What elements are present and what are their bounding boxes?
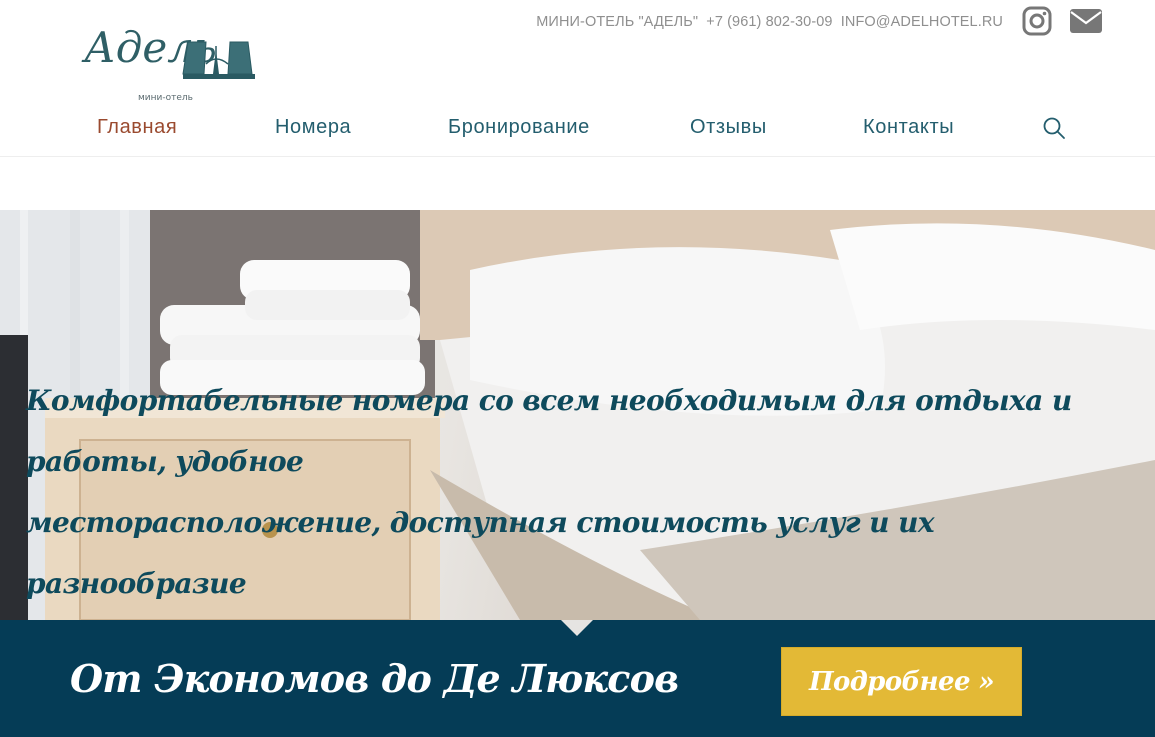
main-navigation: Главная Номера Бронирование Отзывы Конта…	[0, 116, 1155, 146]
phone-link[interactable]: +7 (961) 802-30-09	[706, 14, 832, 30]
instagram-icon[interactable]	[1022, 6, 1052, 36]
promo-band-title: От Экономов до Де Люксов	[70, 656, 679, 701]
search-icon[interactable]	[1042, 116, 1066, 140]
nav-item-contacts[interactable]: Контакты	[863, 116, 954, 139]
hero-slogan: Комфортабельные номера со всем необходим…	[26, 370, 1136, 614]
hotel-logo[interactable]: Адель мини-отель	[80, 2, 260, 104]
hotel-name-text: МИНИ-ОТЕЛЬ "АДЕЛЬ"	[536, 14, 699, 30]
band-pointer-arrow	[561, 620, 593, 636]
nav-item-home[interactable]: Главная	[97, 116, 177, 139]
nav-item-rooms[interactable]: Номера	[275, 116, 351, 139]
envelope-icon[interactable]	[1069, 6, 1103, 36]
site-header: Адель мини-отель МИНИ-ОТЕЛЬ "АДЕЛЬ" +7 (…	[0, 0, 1155, 157]
hero-slogan-line-1: Комфортабельные номера со всем необходим…	[26, 384, 1072, 478]
logo-subtitle: мини-отель	[138, 93, 193, 103]
hero-slogan-line-2: месторасположение, доступная стоимость у…	[26, 506, 935, 600]
more-details-button[interactable]: Подробнее »	[781, 647, 1022, 716]
email-link[interactable]: INFO@ADELHOTEL.RU	[841, 14, 1003, 30]
hero-banner: Комфортабельные номера со всем необходим…	[0, 210, 1155, 620]
contact-bar: МИНИ-ОТЕЛЬ "АДЕЛЬ" +7 (961) 802-30-09 IN…	[536, 14, 1003, 30]
nav-item-reviews[interactable]: Отзывы	[690, 116, 767, 139]
nav-item-booking[interactable]: Бронирование	[448, 116, 590, 139]
logo-bridge-illustration	[182, 41, 255, 79]
